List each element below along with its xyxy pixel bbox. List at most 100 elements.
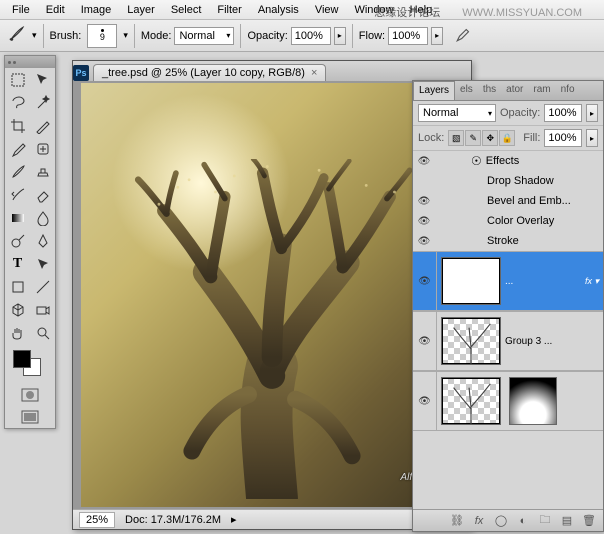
flow-input[interactable]: 100% — [388, 27, 428, 45]
brush-picker-arrow[interactable]: ▾ — [123, 30, 128, 41]
menu-file[interactable]: File — [4, 2, 38, 18]
lock-position-icon[interactable]: ✥ — [482, 130, 498, 146]
add-mask-icon[interactable]: ◯ — [491, 513, 511, 529]
foreground-color-swatch[interactable] — [13, 350, 31, 368]
slice-tool-icon[interactable] — [30, 114, 55, 137]
visibility-icon[interactable] — [417, 174, 431, 188]
new-group-icon[interactable]: 🗀 — [535, 513, 555, 529]
3d-tool-icon[interactable] — [5, 298, 30, 321]
layer-name[interactable]: Group 3 ... — [505, 336, 603, 347]
blend-mode-select[interactable]: Normal — [174, 27, 234, 45]
foreground-background-colors[interactable] — [5, 344, 55, 384]
visibility-icon[interactable] — [417, 194, 431, 208]
tool-preset-picker[interactable]: ▾ — [32, 30, 37, 41]
menu-analysis[interactable]: Analysis — [250, 2, 307, 18]
clone-stamp-tool-icon[interactable] — [30, 160, 55, 183]
quick-mask-icon[interactable] — [5, 384, 55, 406]
separator — [134, 24, 135, 48]
zoom-level-input[interactable]: 25% — [79, 512, 115, 528]
layer-name[interactable]: ... — [505, 276, 585, 287]
move-tool-icon[interactable] — [30, 68, 55, 91]
dodge-tool-icon[interactable] — [5, 229, 30, 252]
menu-image[interactable]: Image — [73, 2, 120, 18]
layer-row-selected[interactable]: ... fx ▾ — [413, 251, 603, 311]
zoom-tool-icon[interactable] — [30, 321, 55, 344]
visibility-icon[interactable] — [417, 214, 431, 228]
layer-style-icon[interactable]: fx — [469, 513, 489, 529]
airbrush-icon[interactable] — [455, 25, 473, 46]
effect-stroke[interactable]: Stroke — [413, 231, 603, 251]
tab-navigator[interactable]: ator — [501, 81, 528, 100]
close-tab-icon[interactable]: × — [311, 67, 317, 79]
magic-wand-tool-icon[interactable] — [30, 91, 55, 114]
visibility-icon[interactable] — [418, 335, 431, 347]
delete-layer-icon[interactable]: 🗑 — [579, 513, 599, 529]
layer-opacity-arrow[interactable]: ▸ — [586, 104, 598, 122]
menu-select[interactable]: Select — [163, 2, 210, 18]
tab-histogram[interactable]: ram — [528, 81, 555, 100]
effect-color-overlay[interactable]: Color Overlay — [413, 211, 603, 231]
canvas-area[interactable]: Alfoart.com — [81, 83, 463, 507]
blur-tool-icon[interactable] — [30, 206, 55, 229]
hand-tool-icon[interactable] — [5, 321, 30, 344]
layer-row[interactable] — [413, 371, 603, 431]
tab-paths[interactable]: ths — [478, 81, 501, 100]
layer-thumbnail[interactable] — [441, 377, 501, 425]
fx-badge-icon[interactable]: fx ▾ — [585, 276, 599, 287]
layer-fill-arrow[interactable]: ▸ — [586, 129, 598, 147]
pen-tool-icon[interactable] — [30, 229, 55, 252]
lock-transparency-icon[interactable]: ▧ — [448, 130, 464, 146]
healing-brush-tool-icon[interactable] — [30, 137, 55, 160]
history-brush-tool-icon[interactable] — [5, 183, 30, 206]
screen-mode-icon[interactable] — [5, 406, 55, 428]
visibility-icon[interactable] — [417, 234, 431, 248]
shape-tool-icon[interactable] — [5, 275, 30, 298]
brush-tool-icon[interactable] — [8, 25, 26, 46]
tab-channels[interactable]: els — [455, 81, 478, 100]
flow-slider-arrow[interactable]: ▸ — [431, 27, 443, 45]
visibility-icon[interactable] — [418, 395, 431, 407]
lasso-tool-icon[interactable] — [5, 91, 30, 114]
menu-view[interactable]: View — [307, 2, 347, 18]
line-tool-icon[interactable] — [30, 275, 55, 298]
status-menu-arrow[interactable]: ▸ — [231, 513, 237, 526]
canvas-tree-art — [100, 159, 444, 498]
3d-camera-tool-icon[interactable] — [30, 298, 55, 321]
path-selection-tool-icon[interactable] — [30, 252, 55, 275]
tab-layers[interactable]: Layers — [413, 81, 455, 100]
toolbox-drag-handle[interactable] — [5, 56, 55, 68]
layer-fill-input[interactable]: 100% — [544, 129, 582, 147]
layer-row[interactable]: Group 3 ... — [413, 311, 603, 371]
menu-edit[interactable]: Edit — [38, 2, 73, 18]
layer-thumbnail[interactable] — [441, 257, 501, 305]
opacity-slider-arrow[interactable]: ▸ — [334, 27, 346, 45]
layer-opacity-input[interactable]: 100% — [544, 104, 582, 122]
layer-blend-mode-select[interactable]: Normal — [418, 104, 496, 122]
opacity-input[interactable]: 100% — [291, 27, 331, 45]
lock-all-icon[interactable]: 🔒 — [499, 130, 515, 146]
visibility-icon[interactable] — [418, 275, 431, 287]
brush-preset-picker[interactable]: 9 — [87, 24, 117, 48]
ps-app-icon: Ps — [73, 65, 89, 81]
tab-info[interactable]: nfo — [556, 81, 580, 100]
visibility-icon[interactable] — [417, 154, 431, 168]
new-layer-icon[interactable]: ▤ — [557, 513, 577, 529]
layer-mask-thumbnail[interactable] — [509, 377, 557, 425]
eraser-tool-icon[interactable] — [30, 183, 55, 206]
lock-pixels-icon[interactable]: ✎ — [465, 130, 481, 146]
crop-tool-icon[interactable] — [5, 114, 30, 137]
effect-bevel-emboss[interactable]: Bevel and Emb... — [413, 191, 603, 211]
gradient-tool-icon[interactable] — [5, 206, 30, 229]
menu-filter[interactable]: Filter — [209, 2, 249, 18]
document-tab[interactable]: _tree.psd @ 25% (Layer 10 copy, RGB/8) × — [93, 64, 326, 81]
effects-header-row[interactable]: ☉ Effects — [413, 151, 603, 171]
brush-tool-icon[interactable] — [5, 160, 30, 183]
type-tool-icon[interactable]: T — [5, 252, 30, 275]
link-layers-icon[interactable]: ⛓ — [447, 513, 467, 529]
layer-thumbnail[interactable] — [441, 317, 501, 365]
adjustment-layer-icon[interactable]: ◐ — [513, 513, 533, 529]
marquee-tool-icon[interactable] — [5, 68, 30, 91]
eyedropper-tool-icon[interactable] — [5, 137, 30, 160]
menu-layer[interactable]: Layer — [119, 2, 163, 18]
effect-drop-shadow[interactable]: Drop Shadow — [413, 171, 603, 191]
